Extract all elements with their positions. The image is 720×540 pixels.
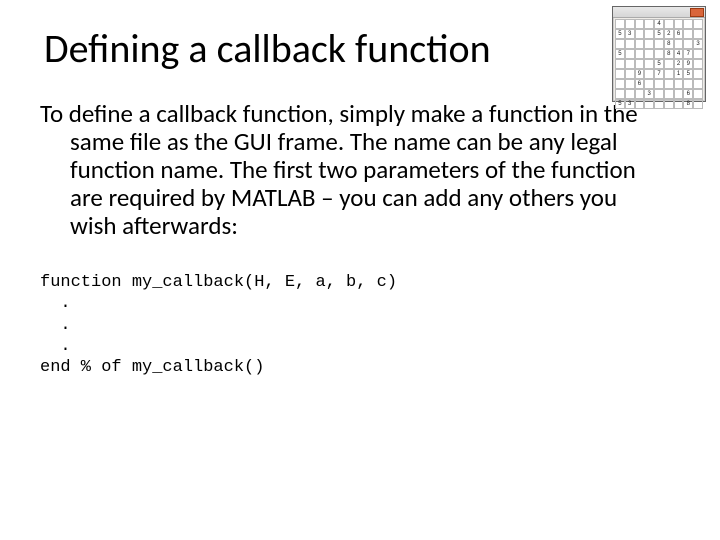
thumbnail-cell [674,99,684,109]
thumbnail-cell [625,79,635,89]
thumbnail-cell: 2 [674,59,684,69]
thumbnail-cell [635,29,645,39]
thumbnail-cell [635,39,645,49]
thumbnail-cell: 6 [683,89,693,99]
code-line-1: function my_callback(H, E, a, b, c) [40,273,397,292]
thumbnail-cell [693,69,703,79]
thumbnail-cell [683,29,693,39]
thumbnail-cell [683,39,693,49]
thumbnail-cell [664,79,674,89]
thumbnail-cell [654,99,664,109]
thumbnail-cell [635,89,645,99]
thumbnail-cell: 5 [654,29,664,39]
thumbnail-cell [654,89,664,99]
thumbnail-cell [644,79,654,89]
thumbnail-cell [693,89,703,99]
thumbnail-cell: 7 [654,69,664,79]
thumbnail-cell [625,89,635,99]
thumbnail-cell: 4 [674,49,684,59]
thumbnail-cell [693,79,703,89]
thumbnail-cell [693,49,703,59]
close-icon [690,8,704,17]
thumbnail-cell [635,19,645,29]
thumbnail-cell: 2 [664,29,674,39]
body-paragraph-text: To define a callback function, simply ma… [40,100,644,240]
thumbnail-cell [615,39,625,49]
thumbnail-cell: 1 [674,69,684,79]
thumbnail-cell: 5 [615,29,625,39]
thumbnail-cell [625,59,635,69]
thumbnail-cell [674,39,684,49]
thumbnail-cell: 8 [664,39,674,49]
code-block: function my_callback(H, E, a, b, c) . . … [40,272,684,378]
thumbnail-cell [644,99,654,109]
thumbnail-cell [674,79,684,89]
thumbnail-cell: 3 [625,29,635,39]
thumbnail-cell [664,59,674,69]
thumbnail-cell [644,49,654,59]
thumbnail-cell [635,99,645,109]
thumbnail-cell [654,79,664,89]
thumbnail-cell [615,89,625,99]
thumbnail-cell [615,19,625,29]
thumbnail-cell [615,79,625,89]
code-line-2: . [40,294,71,313]
thumbnail-cell [683,79,693,89]
thumbnail-cell [664,99,674,109]
thumbnail-cell [674,19,684,29]
thumbnail-cell [644,39,654,49]
thumbnail-cell [654,49,664,59]
code-line-3: . [40,316,71,335]
thumbnail-cell [664,69,674,79]
thumbnail-cell: 8 [683,99,693,109]
thumbnail-cell [644,59,654,69]
thumbnail-cell [664,19,674,29]
code-line-5: end % of my_callback() [40,358,264,377]
thumbnail-cell [635,59,645,69]
thumbnail-cell [625,19,635,29]
thumbnail-cell [693,99,703,109]
thumbnail-cell [625,69,635,79]
slide: 4535268358475299715636538 Defining a cal… [0,0,720,540]
thumbnail-cell [644,29,654,39]
thumbnail-grid: 4535268358475299715636538 [615,19,703,99]
thumbnail-cell [625,39,635,49]
thumbnail-cell [615,59,625,69]
thumbnail-titlebar [613,7,705,18]
thumbnail-cell: 3 [625,99,635,109]
thumbnail-cell: 5 [615,49,625,59]
thumbnail-cell: 5 [683,69,693,79]
thumbnail-cell: 3 [644,89,654,99]
thumbnail-cell: 3 [693,39,703,49]
thumbnail-cell [644,19,654,29]
thumbnail-cell [683,19,693,29]
thumbnail-cell: 5 [654,59,664,69]
body-paragraph: To define a callback function, simply ma… [40,100,644,240]
thumbnail-cell [674,89,684,99]
thumbnail-cell [625,49,635,59]
thumbnail-cell [635,49,645,59]
thumbnail-cell: 6 [635,79,645,89]
sudoku-thumbnail: 4535268358475299715636538 [612,6,706,102]
thumbnail-cell: 6 [674,29,684,39]
code-line-4: . [40,337,71,356]
thumbnail-cell: 9 [635,69,645,79]
thumbnail-cell [664,89,674,99]
thumbnail-cell: 8 [664,49,674,59]
thumbnail-cell: 7 [683,49,693,59]
thumbnail-cell [644,69,654,79]
thumbnail-cell: 5 [615,99,625,109]
thumbnail-cell: 9 [683,59,693,69]
thumbnail-cell: 4 [654,19,664,29]
thumbnail-cell [693,59,703,69]
thumbnail-cell [615,69,625,79]
thumbnail-cell [654,39,664,49]
thumbnail-cell [693,29,703,39]
slide-title: Defining a callback function [44,28,684,70]
thumbnail-cell [693,19,703,29]
